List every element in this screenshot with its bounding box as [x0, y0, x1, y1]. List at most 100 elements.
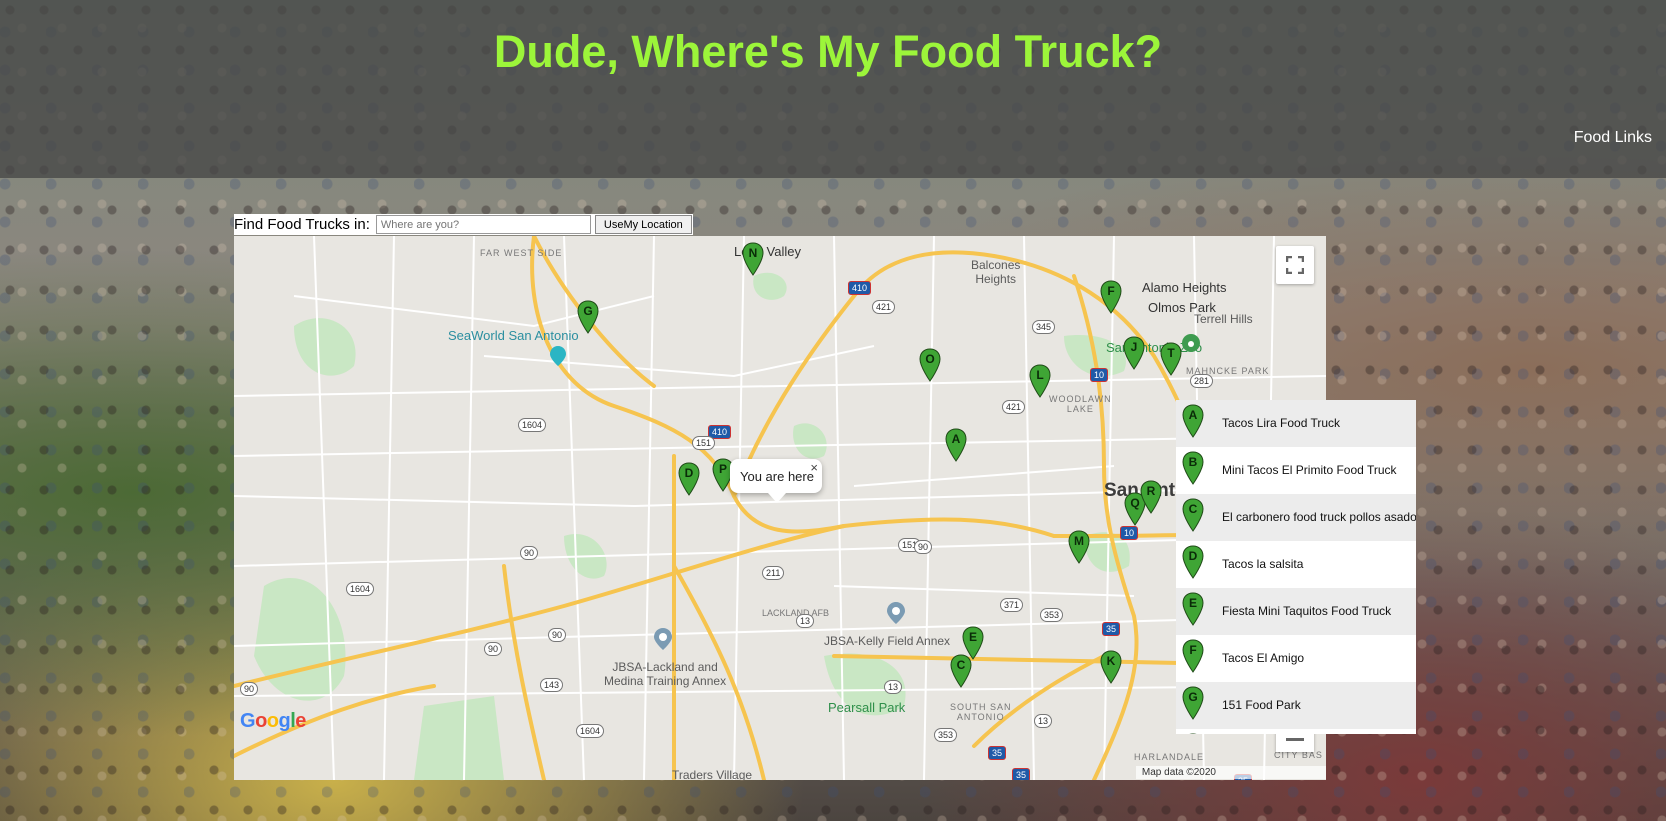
use-my-location-button[interactable]: UseMy Location: [594, 215, 692, 234]
highway-shield: 211: [762, 566, 785, 580]
list-item[interactable]: E Fiesta Mini Taquitos Food Truck: [1176, 588, 1416, 635]
list-item-name: Mini Tacos El Primito Food Truck: [1222, 463, 1397, 477]
list-item-name: El carbonero food truck pollos asado: [1222, 510, 1416, 524]
highway-shield: 345: [1032, 320, 1056, 334]
highway-shield: 35: [988, 746, 1007, 760]
food-truck-list[interactable]: A Tacos Lira Food Truck B Mini Tacos El Pri…: [1176, 400, 1416, 734]
site-header: Dude, Where's My Food Truck? Food Links: [0, 0, 1666, 178]
map-marker-l[interactable]: L: [1029, 364, 1051, 398]
list-item[interactable]: H: [1176, 729, 1416, 734]
label-jbsa-lackland: JBSA-Lackland and Medina Training Annex: [604, 660, 727, 688]
list-item-name: Tacos Lira Food Truck: [1222, 416, 1341, 430]
marker-letter: O: [925, 352, 935, 366]
list-pin-icon: H: [1182, 733, 1204, 734]
highway-shield: 1604: [518, 418, 547, 432]
list-pin-icon: A: [1182, 404, 1204, 438]
map-marker-a[interactable]: A: [945, 428, 967, 462]
popup-tail: [768, 493, 786, 503]
list-item[interactable]: D Tacos la salsita: [1176, 541, 1416, 588]
highway-shield: 90: [240, 682, 259, 696]
list-item-name: Tacos la salsita: [1222, 557, 1304, 571]
minus-icon: [1286, 738, 1304, 741]
map-marker-r[interactable]: R: [1140, 480, 1162, 514]
label-terrell-hills: Terrell Hills: [1194, 312, 1253, 326]
lackland-poi-icon: [654, 628, 672, 650]
map-marker-k[interactable]: K: [1100, 650, 1122, 684]
food-links-link[interactable]: Food Links: [1574, 129, 1652, 147]
label-pearsall-park: Pearsall Park: [828, 700, 906, 715]
popup-text: You are here: [740, 469, 814, 484]
highway-shield: 421: [872, 300, 896, 314]
page-title: Dude, Where's My Food Truck?: [493, 26, 1163, 77]
map-marker-t[interactable]: T: [1160, 342, 1182, 376]
list-pin-icon: E: [1182, 592, 1204, 626]
list-pin-icon: F: [1182, 639, 1204, 673]
highway-shield: 10: [1090, 368, 1109, 382]
location-input[interactable]: [375, 215, 591, 234]
marker-letter: M: [1074, 534, 1084, 548]
list-item[interactable]: F Tacos El Amigo: [1176, 635, 1416, 682]
list-pin-letter: D: [1188, 549, 1198, 563]
list-item-name: 151 Food Park: [1222, 698, 1301, 712]
list-pin-letter: B: [1188, 455, 1198, 469]
zoo-poi-icon: [1182, 334, 1200, 352]
list-pin-letter: C: [1188, 502, 1198, 516]
label-harlandale: HARLANDALE: [1134, 752, 1205, 762]
fullscreen-button[interactable]: [1276, 246, 1314, 284]
fullscreen-icon: [1286, 256, 1304, 274]
list-item[interactable]: B Mini Tacos El Primito Food Truck: [1176, 447, 1416, 494]
marker-letter: L: [1036, 368, 1044, 382]
map-marker-c[interactable]: C: [950, 654, 972, 688]
list-item[interactable]: G 151 Food Park: [1176, 682, 1416, 729]
google-logo: Google: [240, 710, 306, 732]
marker-letter: J: [1130, 340, 1138, 354]
highway-shield: 10: [1120, 526, 1139, 540]
highway-shield: 35: [1012, 768, 1031, 780]
map-marker-d[interactable]: D: [678, 462, 700, 496]
marker-letter: N: [748, 246, 758, 260]
marker-letter: R: [1146, 484, 1156, 498]
list-pin-icon: D: [1182, 545, 1204, 579]
highway-shield: 151: [692, 436, 716, 450]
map-marker-g[interactable]: G: [577, 300, 599, 334]
seaworld-poi-icon: [550, 346, 566, 366]
list-pin-icon: C: [1182, 498, 1204, 532]
label-woodlawn-lake: WOODLAWN LAKE: [1049, 394, 1112, 414]
label-lackland-afb: LACKLAND AFB: [762, 608, 830, 618]
highway-shield: 353: [934, 728, 958, 742]
highway-shield: 410: [848, 281, 872, 295]
map-attribution[interactable]: Map data ©2020: [1135, 766, 1326, 779]
label-traders-village: Traders Village: [672, 768, 753, 780]
list-pin-icon: G: [1182, 686, 1204, 720]
list-pin-icon: B: [1182, 451, 1204, 485]
list-item[interactable]: C El carbonero food truck pollos asado: [1176, 494, 1416, 541]
map-view[interactable]: FAR WEST SIDE Leon Valley Balcones Heigh…: [234, 236, 1326, 780]
marker-letter: G: [583, 304, 593, 318]
marker-letter: F: [1107, 284, 1115, 298]
marker-letter: D: [684, 466, 694, 480]
list-pin-letter: E: [1188, 596, 1197, 610]
kelly-field-poi-icon: [887, 602, 905, 624]
highway-shield: 90: [520, 546, 539, 560]
map-marker-n[interactable]: N: [742, 242, 764, 276]
label-alamo-heights: Alamo Heights: [1142, 280, 1227, 295]
label-balcones-heights: Balcones Heights: [971, 258, 1021, 286]
highway-shield: 35: [1102, 622, 1121, 636]
map-marker-m[interactable]: M: [1068, 530, 1090, 564]
label-far-west-side: FAR WEST SIDE: [480, 248, 563, 258]
you-are-here-popup: You are here ×: [730, 459, 822, 503]
map-marker-j[interactable]: J: [1123, 336, 1145, 370]
list-item-name: Fiesta Mini Taquitos Food Truck: [1222, 604, 1392, 618]
highway-shield: 90: [914, 540, 933, 554]
list-item[interactable]: A Tacos Lira Food Truck: [1176, 400, 1416, 447]
label-jbsa-kelly: JBSA-Kelly Field Annex: [824, 634, 951, 648]
highway-shield: 13: [1034, 714, 1053, 728]
highway-shield: 90: [484, 642, 503, 656]
popup-close-icon[interactable]: ×: [810, 460, 818, 475]
map-marker-o[interactable]: O: [919, 348, 941, 382]
list-pin-letter: G: [1188, 690, 1198, 704]
map-base: [234, 236, 1326, 780]
highway-shield: 353: [1040, 608, 1064, 622]
map-marker-f[interactable]: F: [1100, 280, 1122, 314]
highway-shield: 1604: [346, 582, 375, 596]
